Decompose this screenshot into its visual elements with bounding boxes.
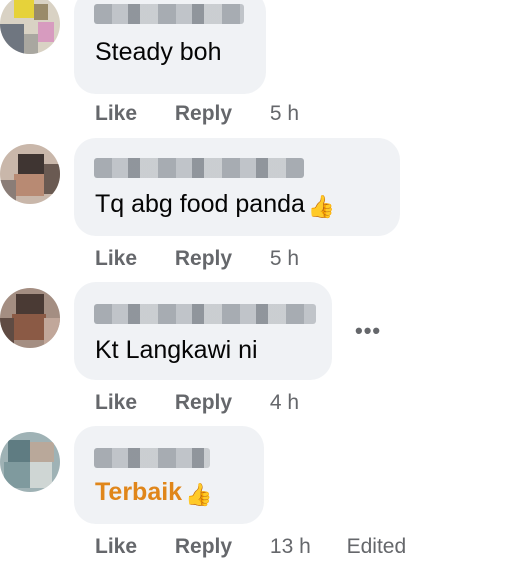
comment-bubble: Kt Langkawi ni bbox=[74, 282, 332, 380]
thumbs-up-icon: 👍 bbox=[185, 482, 213, 507]
comment-bubble: Terbaik 👍 bbox=[74, 426, 264, 524]
comment-text-content: Terbaik bbox=[95, 478, 183, 506]
more-options-icon[interactable]: ••• bbox=[355, 318, 381, 344]
comment-timestamp[interactable]: 4 h bbox=[270, 391, 299, 414]
avatar[interactable] bbox=[0, 0, 60, 54]
author-name-redacted[interactable] bbox=[94, 304, 316, 324]
like-button[interactable]: Like bbox=[95, 391, 137, 414]
author-name-redacted[interactable] bbox=[94, 4, 244, 24]
like-button[interactable]: Like bbox=[95, 247, 137, 270]
comment-text-content: Tq abg food panda bbox=[95, 190, 305, 218]
comment-bubble: Steady boh bbox=[74, 0, 266, 94]
comment-timestamp[interactable]: 13 h bbox=[270, 535, 311, 558]
comment-timestamp[interactable]: 5 h bbox=[270, 247, 299, 270]
author-name-redacted[interactable] bbox=[94, 448, 210, 468]
comment-text: Terbaik 👍 bbox=[95, 478, 212, 508]
comment-bubble: Tq abg food panda 👍 bbox=[74, 138, 400, 236]
comment-thread: Steady boh Like Reply 5 h Tq abg food pa… bbox=[0, 0, 508, 566]
comment-actions: Like Reply 5 h bbox=[95, 247, 329, 271]
thumbs-up-icon: 👍 bbox=[307, 194, 336, 219]
reply-button[interactable]: Reply bbox=[175, 391, 232, 414]
author-name-redacted[interactable] bbox=[94, 158, 304, 178]
comment-actions: Like Reply 5 h bbox=[95, 102, 329, 126]
reply-button[interactable]: Reply bbox=[175, 535, 232, 558]
comment-text: Tq abg food panda 👍 bbox=[95, 190, 335, 220]
reply-button[interactable]: Reply bbox=[175, 247, 232, 270]
comment-actions: Like Reply 4 h bbox=[95, 391, 329, 415]
reply-button[interactable]: Reply bbox=[175, 102, 232, 125]
comment-text: Kt Langkawi ni bbox=[95, 336, 258, 364]
avatar[interactable] bbox=[0, 432, 60, 492]
avatar[interactable] bbox=[0, 288, 60, 348]
edited-label[interactable]: Edited bbox=[347, 535, 407, 558]
like-button[interactable]: Like bbox=[95, 102, 137, 125]
comment-timestamp[interactable]: 5 h bbox=[270, 102, 299, 125]
comment-actions: Like Reply 13 h Edited bbox=[95, 535, 406, 559]
avatar[interactable] bbox=[0, 144, 60, 204]
comment-text: Steady boh bbox=[95, 38, 222, 66]
like-button[interactable]: Like bbox=[95, 535, 137, 558]
